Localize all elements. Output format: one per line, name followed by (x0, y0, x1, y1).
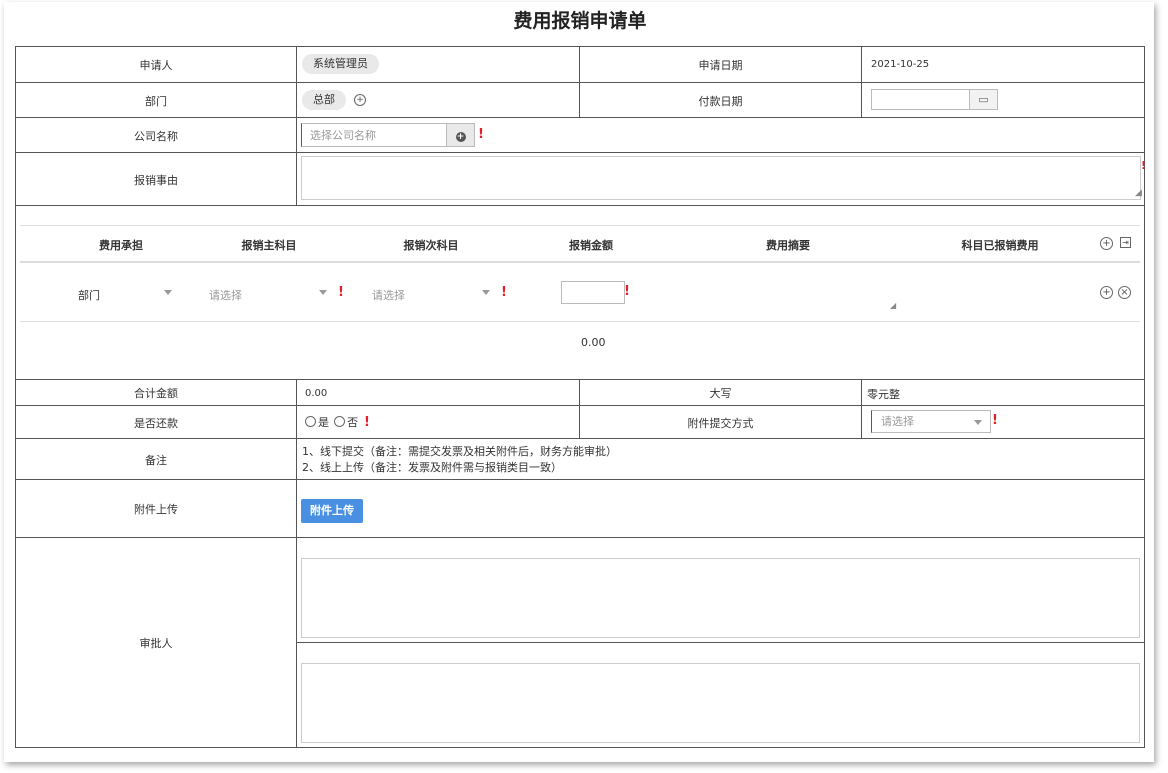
col-divider (861, 47, 862, 117)
repay-yes-radio[interactable] (305, 416, 316, 427)
required-mark: ! (624, 284, 630, 299)
add-department-icon[interactable]: + (354, 94, 366, 106)
repay-no-radio[interactable] (334, 416, 345, 427)
attach-method-label: 附件提交方式 (687, 417, 754, 430)
department-label: 部门 (145, 95, 167, 108)
page-title: 费用报销申请单 (513, 10, 647, 32)
repay-yes-label: 是 (318, 416, 329, 429)
col-header-sub-subject: 报销次科目 (403, 239, 459, 252)
resize-handle-icon[interactable]: ◢ (1135, 188, 1142, 198)
chevron-down-icon[interactable] (482, 290, 490, 295)
repay-no-label: 否 (347, 416, 358, 429)
total-value: 0.00 (305, 388, 328, 399)
apply-date-value: 2021-10-25 (871, 59, 930, 70)
resize-handle-icon[interactable]: ◢ (890, 301, 896, 310)
approver-textarea-1[interactable] (301, 558, 1140, 638)
required-mark: ! (364, 415, 370, 430)
note-line-1: 1、线下提交（备注：需提交发票及相关附件后，财务方能审批） (302, 445, 617, 458)
remove-row-icon[interactable]: × (1118, 286, 1131, 299)
select-company-button[interactable]: + (446, 123, 475, 147)
upper-label: 大写 (709, 387, 732, 400)
col-header-bearer: 费用承担 (99, 239, 143, 252)
reason-textarea[interactable] (301, 156, 1141, 200)
row-divider (297, 642, 1144, 643)
department-chip: 总部 (302, 90, 346, 110)
approver-textarea-2[interactable] (301, 663, 1140, 743)
row-divider (16, 205, 1144, 206)
col-header-main-subject: 报销主科目 (241, 239, 297, 252)
required-mark: ! (1141, 159, 1147, 172)
required-mark: ! (338, 285, 344, 300)
apply-date-label: 申请日期 (698, 59, 743, 72)
import-icon[interactable]: ⇥ (1120, 237, 1131, 248)
required-mark: ! (478, 127, 484, 142)
sub-subject-select[interactable]: 请选择 (372, 287, 405, 303)
repay-label: 是否还款 (134, 417, 178, 430)
pay-date-label: 付款日期 (698, 95, 743, 108)
add-row-icon[interactable]: + (1100, 286, 1113, 299)
row-divider (16, 82, 1144, 83)
add-row-icon[interactable]: + (1100, 237, 1113, 250)
row-divider (16, 438, 1144, 439)
row-divider (16, 537, 1144, 538)
applicant-chip: 系统管理员 (302, 54, 379, 74)
col-divider (296, 379, 297, 747)
form-grid: 申请人 系统管理员 申请日期 2021-10-25 部门 总部 + 付款日期 ▭… (15, 46, 1147, 748)
company-input[interactable]: 选择公司名称 (301, 123, 447, 147)
bearer-select-value[interactable]: 部门 (78, 287, 100, 303)
detail-header-border (20, 261, 1140, 263)
upper-value: 零元整 (867, 388, 900, 401)
row-divider (16, 152, 1144, 153)
total-label: 合计金额 (134, 387, 178, 400)
row-divider (16, 405, 1144, 406)
reason-label: 报销事由 (134, 174, 178, 187)
required-mark: ! (501, 285, 507, 300)
row-divider (16, 117, 1144, 118)
attach-method-placeholder: 请选择 (881, 415, 914, 428)
chevron-down-icon[interactable] (164, 290, 172, 295)
applicant-label: 申请人 (139, 59, 173, 72)
upload-label: 附件上传 (134, 503, 178, 516)
required-mark: ! (992, 413, 998, 428)
company-label: 公司名称 (134, 130, 178, 143)
calendar-icon[interactable]: ▭ (969, 89, 998, 110)
attach-method-select[interactable]: 请选择 (871, 410, 991, 433)
chevron-down-icon[interactable] (974, 420, 982, 425)
amount-input[interactable] (561, 281, 625, 304)
pay-date-input[interactable] (871, 89, 970, 110)
upload-button[interactable]: 附件上传 (301, 499, 363, 523)
company-placeholder: 选择公司名称 (310, 129, 376, 142)
main-subject-select[interactable]: 请选择 (209, 287, 242, 303)
detail-top-border (20, 225, 1140, 226)
row-divider (16, 379, 1144, 380)
note-label: 备注 (145, 454, 167, 467)
subtotal-value: 0.00 (581, 336, 606, 349)
col-header-amount: 报销金额 (569, 239, 613, 252)
approver-label: 审批人 (139, 637, 173, 650)
plus-icon: + (455, 132, 466, 142)
col-divider (296, 47, 297, 205)
col-header-summary: 费用摘要 (766, 239, 810, 252)
row-divider (16, 479, 1144, 480)
note-line-2: 2、线上上传（备注：发票及附件需与报销类目一致） (302, 461, 562, 474)
chevron-down-icon[interactable] (319, 290, 327, 295)
detail-row-border (20, 321, 1140, 322)
col-header-reimbursed: 科目已报销费用 (961, 239, 1039, 252)
col-divider (861, 379, 862, 438)
